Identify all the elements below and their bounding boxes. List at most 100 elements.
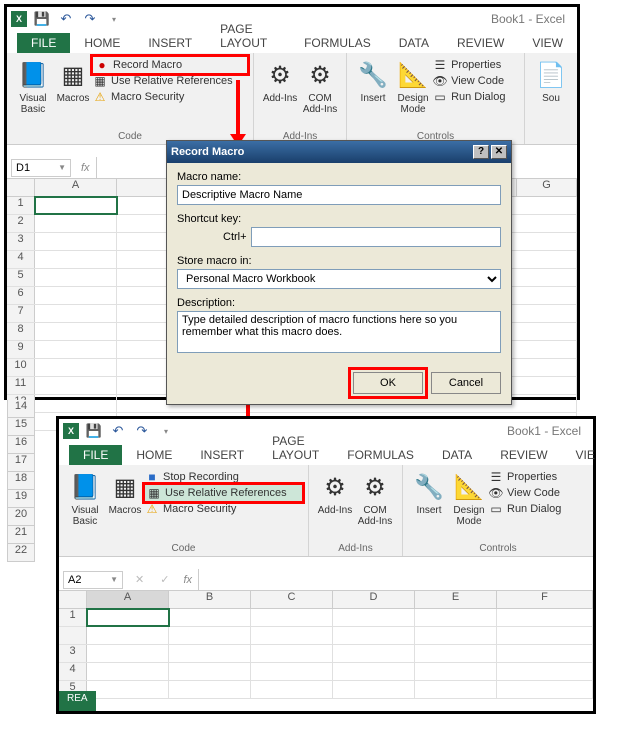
run-dialog-button[interactable]: ▭Run Dialog bbox=[489, 501, 587, 517]
com-addins-button[interactable]: ⚙COM Add-Ins bbox=[355, 467, 395, 527]
source-button[interactable]: 📄 Sou bbox=[531, 55, 571, 104]
cell[interactable] bbox=[35, 305, 117, 322]
redo-icon[interactable]: ↷ bbox=[81, 10, 99, 28]
insert-controls-button[interactable]: 🔧Insert bbox=[409, 467, 449, 527]
cell[interactable] bbox=[497, 681, 593, 698]
col-header[interactable]: A bbox=[87, 591, 169, 608]
row-header[interactable]: 21 bbox=[7, 526, 35, 544]
cell[interactable] bbox=[169, 645, 251, 662]
cancel-button[interactable]: Cancel bbox=[431, 372, 501, 394]
qat-dropdown-icon[interactable]: ▾ bbox=[157, 422, 175, 440]
enter-formula-icon[interactable]: ✓ bbox=[160, 573, 169, 586]
stop-recording-button[interactable]: ■ Stop Recording bbox=[145, 469, 302, 485]
chevron-down-icon[interactable]: ▼ bbox=[58, 163, 66, 172]
col-header[interactable]: F bbox=[497, 591, 593, 608]
tab-view[interactable]: VIEW bbox=[518, 33, 577, 53]
tab-view[interactable]: VIE bbox=[562, 445, 609, 465]
use-relative-references-button[interactable]: ▦ Use Relative References bbox=[93, 73, 247, 89]
shortcut-key-input[interactable] bbox=[251, 227, 501, 247]
cell[interactable] bbox=[251, 663, 333, 680]
cell[interactable] bbox=[35, 269, 117, 286]
tab-file[interactable]: FILE bbox=[17, 33, 70, 53]
qat-dropdown-icon[interactable]: ▾ bbox=[105, 10, 123, 28]
tab-page-layout[interactable]: PAGE LAYOUT bbox=[206, 19, 290, 53]
macro-name-input[interactable] bbox=[177, 185, 501, 205]
store-macro-select[interactable]: Personal Macro Workbook bbox=[177, 269, 501, 289]
design-mode-button[interactable]: 📐Design Mode bbox=[449, 467, 489, 527]
tab-review[interactable]: REVIEW bbox=[443, 33, 518, 53]
cell[interactable] bbox=[497, 627, 593, 644]
row-header[interactable]: 14 bbox=[7, 400, 35, 418]
cell[interactable] bbox=[497, 663, 593, 680]
addins-button[interactable]: ⚙Add-Ins bbox=[315, 467, 355, 527]
design-mode-button[interactable]: 📐 Design Mode bbox=[393, 55, 433, 115]
col-header[interactable]: D bbox=[333, 591, 415, 608]
properties-button[interactable]: ☰ Properties bbox=[433, 57, 518, 73]
ok-button[interactable]: OK bbox=[353, 372, 423, 394]
formula-input-2[interactable] bbox=[198, 569, 593, 590]
row-header[interactable]: 18 bbox=[7, 472, 35, 490]
save-icon[interactable]: 💾 bbox=[85, 422, 103, 440]
row-header[interactable]: 1 bbox=[59, 609, 87, 626]
cell[interactable] bbox=[87, 663, 169, 680]
row-header[interactable]: 5 bbox=[7, 269, 35, 286]
cell[interactable] bbox=[333, 627, 415, 644]
cell[interactable] bbox=[35, 323, 117, 340]
cell[interactable] bbox=[35, 251, 117, 268]
cell[interactable] bbox=[415, 645, 497, 662]
cell[interactable] bbox=[333, 681, 415, 698]
tab-home[interactable]: HOME bbox=[70, 33, 134, 53]
view-code-button[interactable]: 👁View Code bbox=[489, 485, 587, 501]
row-header[interactable]: 2 bbox=[7, 215, 35, 232]
tab-data[interactable]: DATA bbox=[385, 33, 443, 53]
insert-controls-button[interactable]: 🔧 Insert bbox=[353, 55, 393, 115]
tab-page-layout[interactable]: PAGE LAYOUT bbox=[258, 431, 333, 465]
tab-formulas[interactable]: FORMULAS bbox=[333, 445, 428, 465]
addins-button[interactable]: ⚙ Add-Ins bbox=[260, 55, 300, 115]
visual-basic-button[interactable]: 📘 Visual Basic bbox=[13, 55, 53, 115]
tab-review[interactable]: REVIEW bbox=[486, 445, 561, 465]
cell[interactable] bbox=[35, 395, 117, 412]
row-header[interactable] bbox=[59, 627, 87, 644]
cell[interactable] bbox=[35, 215, 117, 232]
com-addins-button[interactable]: ⚙ COM Add-Ins bbox=[300, 55, 340, 115]
col-header[interactable]: E bbox=[415, 591, 497, 608]
row-header[interactable]: 1 bbox=[7, 197, 35, 214]
tab-home[interactable]: HOME bbox=[122, 445, 186, 465]
description-textarea[interactable]: Type detailed description of macro funct… bbox=[177, 311, 501, 353]
col-header[interactable]: A bbox=[35, 179, 117, 196]
properties-button[interactable]: ☰Properties bbox=[489, 469, 587, 485]
tab-file[interactable]: FILE bbox=[69, 445, 122, 465]
undo-icon[interactable]: ↶ bbox=[109, 422, 127, 440]
use-relative-references-button[interactable]: ▦ Use Relative References bbox=[145, 485, 302, 501]
cell[interactable] bbox=[333, 645, 415, 662]
tab-data[interactable]: DATA bbox=[428, 445, 486, 465]
cancel-formula-icon[interactable]: ✕ bbox=[135, 573, 144, 586]
tab-insert[interactable]: INSERT bbox=[134, 33, 206, 53]
undo-icon[interactable]: ↶ bbox=[57, 10, 75, 28]
save-icon[interactable]: 💾 bbox=[33, 10, 51, 28]
macro-security-button[interactable]: ⚠ Macro Security bbox=[93, 89, 247, 105]
row-header[interactable]: 9 bbox=[7, 341, 35, 358]
row-header[interactable]: 16 bbox=[7, 436, 35, 454]
cell[interactable] bbox=[87, 681, 169, 698]
cell[interactable] bbox=[251, 645, 333, 662]
dialog-close-button[interactable]: ✕ bbox=[491, 145, 507, 159]
macros-button[interactable]: ▦ Macros bbox=[105, 467, 145, 527]
row-header[interactable]: 7 bbox=[7, 305, 35, 322]
run-dialog-button[interactable]: ▭ Run Dialog bbox=[433, 89, 518, 105]
tab-formulas[interactable]: FORMULAS bbox=[290, 33, 385, 53]
select-all-corner[interactable] bbox=[7, 179, 35, 196]
cell[interactable] bbox=[251, 681, 333, 698]
fx-icon[interactable]: fx bbox=[81, 162, 90, 174]
cell[interactable] bbox=[169, 627, 251, 644]
name-box[interactable]: D1▼ bbox=[11, 159, 71, 177]
cell[interactable] bbox=[497, 609, 593, 626]
tab-insert[interactable]: INSERT bbox=[186, 445, 258, 465]
row-header[interactable]: 4 bbox=[59, 663, 87, 680]
row-header[interactable]: 19 bbox=[7, 490, 35, 508]
cell[interactable] bbox=[415, 663, 497, 680]
cell[interactable] bbox=[415, 627, 497, 644]
row-header[interactable]: 22 bbox=[7, 544, 35, 562]
name-box-2[interactable]: A2▼ bbox=[63, 571, 123, 589]
